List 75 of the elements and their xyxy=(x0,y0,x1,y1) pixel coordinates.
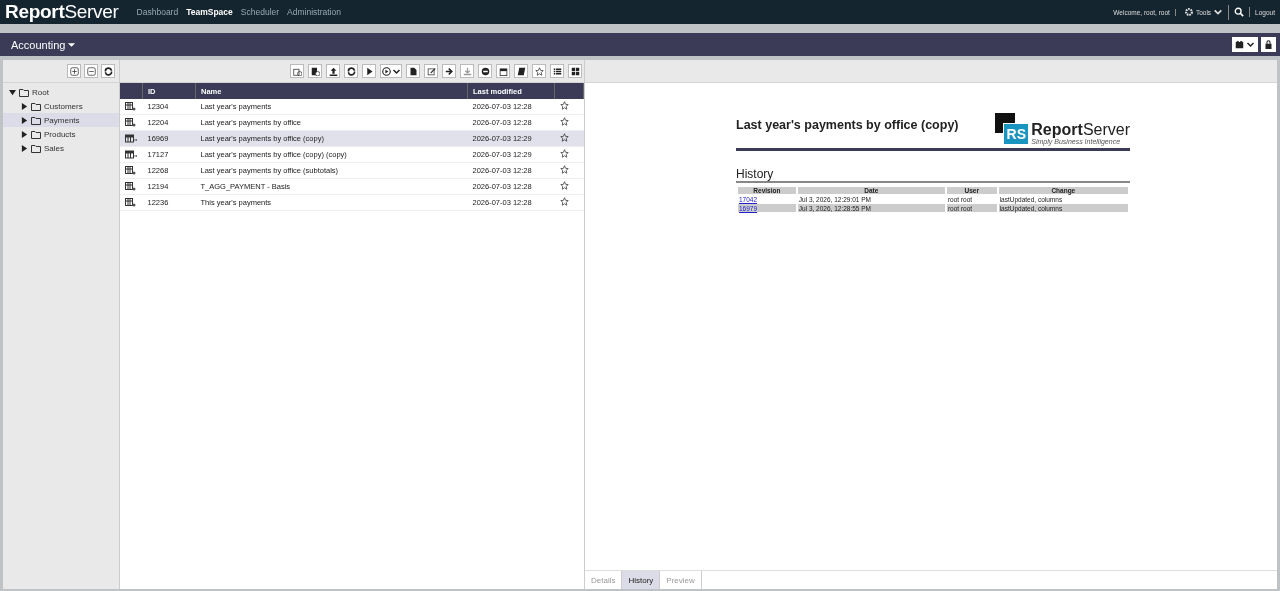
nav-link[interactable]: Administration xyxy=(287,7,341,17)
list-icon xyxy=(552,66,562,76)
caret-icon xyxy=(67,40,77,49)
tree-label: Payments xyxy=(44,115,80,125)
toolbar-button[interactable] xyxy=(568,64,582,78)
lock-icon xyxy=(1264,40,1273,49)
expand-all-icon xyxy=(69,66,79,76)
edit-icon xyxy=(426,66,436,76)
star-icon xyxy=(534,66,544,76)
caret-icon xyxy=(1246,40,1255,49)
grid-icon xyxy=(570,66,580,76)
star-icon[interactable] xyxy=(559,149,569,158)
toolbar-button[interactable] xyxy=(308,64,322,78)
user-menu-button[interactable] xyxy=(1232,37,1258,52)
report-icon xyxy=(125,118,137,127)
play-circle-icon xyxy=(381,66,391,76)
tab[interactable]: History xyxy=(622,571,661,589)
toolbar-button[interactable] xyxy=(424,64,438,78)
star-icon[interactable] xyxy=(559,133,569,142)
report-icon xyxy=(125,198,137,207)
star-icon[interactable] xyxy=(559,165,569,174)
toolbar-button[interactable] xyxy=(362,64,376,78)
star-icon[interactable] xyxy=(559,117,569,126)
tree-label: Customers xyxy=(44,101,83,111)
tree-label: Products xyxy=(44,129,76,139)
paste-icon xyxy=(310,66,320,76)
table-icon xyxy=(125,150,137,159)
star-icon[interactable] xyxy=(559,181,569,190)
toolbar-button[interactable] xyxy=(101,64,115,78)
star-icon[interactable] xyxy=(559,101,569,110)
calendar-icon xyxy=(498,66,508,76)
search-icon[interactable] xyxy=(1234,7,1245,17)
caret-icon xyxy=(1213,7,1224,17)
toolbar-button[interactable] xyxy=(550,64,564,78)
toolbar-button[interactable] xyxy=(496,64,510,78)
nav-link[interactable]: Dashboard xyxy=(136,7,179,17)
download-icon xyxy=(462,66,472,76)
tree-item[interactable]: Payments xyxy=(3,113,119,127)
copy-icon xyxy=(292,66,302,76)
gear-icon xyxy=(1183,7,1194,17)
toolbar-button[interactable] xyxy=(478,64,492,78)
tree-item[interactable]: Products xyxy=(3,127,119,141)
star-icon[interactable] xyxy=(559,197,569,206)
toolbar-button[interactable] xyxy=(380,64,402,78)
file-icon xyxy=(408,66,418,76)
history-heading: History xyxy=(736,167,1130,183)
toolbar-button[interactable] xyxy=(406,64,420,78)
tree-label: Root xyxy=(32,87,49,97)
refresh-icon xyxy=(103,66,113,76)
app-logo: ReportServer xyxy=(5,1,119,23)
collapse-all-icon xyxy=(86,66,96,76)
minus-circle-icon xyxy=(480,66,490,76)
arrow-icon xyxy=(444,66,454,76)
toolbar-button[interactable] xyxy=(442,64,456,78)
teamspace-selector[interactable]: Accounting xyxy=(11,37,77,52)
play-icon xyxy=(364,66,374,76)
toolbar-button[interactable] xyxy=(326,64,340,78)
report-icon xyxy=(125,182,137,191)
toolbar-button[interactable] xyxy=(344,64,358,78)
tree-label: Sales xyxy=(44,143,64,153)
nav-link[interactable]: Scheduler xyxy=(240,7,280,17)
report-title: Last year's payments by office (copy) xyxy=(736,118,959,134)
report-icon xyxy=(125,166,137,175)
brand-name: ReportServer xyxy=(1031,122,1130,138)
lock-button[interactable] xyxy=(1261,37,1276,52)
upload-icon xyxy=(328,66,338,76)
table-icon xyxy=(125,134,137,143)
logo-mark: RS xyxy=(995,113,1030,145)
nav-link[interactable]: TeamSpace xyxy=(186,7,233,17)
tree-item[interactable]: Sales xyxy=(3,141,119,155)
tree-item[interactable]: Customers xyxy=(3,99,119,113)
caret-down-icon[interactable] xyxy=(9,88,16,96)
report-icon xyxy=(125,102,137,111)
tree-item[interactable]: Root xyxy=(3,85,119,99)
refresh-icon xyxy=(346,66,356,76)
